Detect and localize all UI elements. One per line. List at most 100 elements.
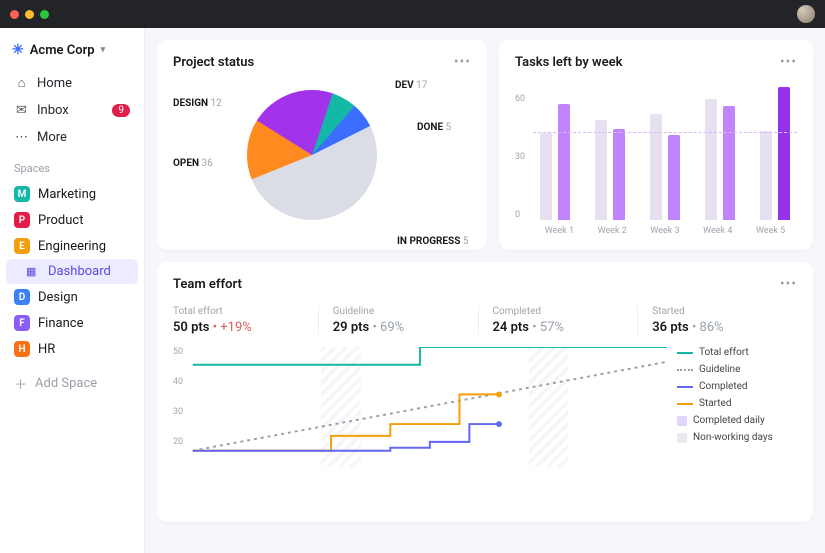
sidebar-space-item[interactable]: E Engineering: [6, 233, 138, 259]
x-tick: Week 4: [703, 226, 732, 236]
metric: Completed 24 pts • 57%: [478, 306, 638, 335]
sidebar-space-item[interactable]: P Product: [6, 207, 138, 233]
window-controls: [10, 10, 49, 19]
y-tick: 30: [515, 152, 525, 162]
add-space-button[interactable]: ＋ Add Space: [6, 368, 138, 399]
legend-completed-daily: Completed daily: [677, 415, 797, 426]
workspace-switcher[interactable]: ✳ Acme Corp ▾: [6, 36, 138, 68]
y-tick: 0: [515, 210, 520, 220]
sidebar-space-item[interactable]: DDesign: [6, 284, 138, 310]
legend-started: Started: [677, 398, 797, 409]
space-letter-icon: M: [14, 186, 30, 202]
bar: [778, 87, 790, 220]
space-label: HR: [38, 342, 55, 357]
card-menu-icon[interactable]: •••: [780, 54, 797, 70]
bar-group: [705, 85, 735, 220]
card-menu-icon[interactable]: •••: [780, 276, 797, 292]
legend-non-working: Non-working days: [677, 432, 797, 443]
x-tick: Week 3: [650, 226, 679, 236]
sidebar-item-more[interactable]: ⋯ More: [6, 125, 138, 150]
card-title: Project status: [173, 55, 254, 70]
tasks-left-card: Tasks left by week ••• 0 30 60 Week 1Wee…: [499, 40, 813, 250]
x-tick: Week 2: [598, 226, 627, 236]
y-tick: 60: [515, 94, 525, 104]
pie-label-design: DESIGN 12: [173, 98, 222, 109]
nav-label: Inbox: [37, 103, 69, 118]
bar: [760, 131, 772, 220]
pie-label-open: OPEN 36: [173, 158, 213, 169]
maximize-window-icon[interactable]: [40, 10, 49, 19]
main-content: Project status ••• DESIGN 12 OPEN 36 DEV…: [145, 28, 825, 553]
metric-label: Guideline: [333, 306, 464, 317]
metric: Guideline 29 pts • 69%: [318, 306, 478, 335]
minimize-window-icon[interactable]: [25, 10, 34, 19]
space-letter-icon: F: [14, 315, 30, 331]
titlebar: [0, 0, 825, 28]
metric-value: 50 pts • +19%: [173, 320, 304, 335]
card-title: Team effort: [173, 277, 242, 292]
card-menu-icon[interactable]: •••: [454, 54, 471, 70]
workspace-logo-icon: ✳: [12, 42, 24, 58]
add-space-label: Add Space: [35, 376, 97, 391]
inbox-icon: ✉: [14, 103, 29, 118]
metric-label: Started: [652, 306, 783, 317]
metric-value: 29 pts • 69%: [333, 320, 464, 335]
x-tick: Week 1: [545, 226, 574, 236]
home-icon: ⌂: [14, 75, 29, 91]
space-letter-icon: E: [14, 238, 30, 254]
space-label: Design: [38, 290, 78, 305]
legend-guideline: Guideline: [677, 364, 797, 375]
legend: Total effort Guideline Completed Started…: [677, 347, 797, 467]
sidebar-item-inbox[interactable]: ✉ Inbox 9: [6, 98, 138, 123]
sidebar-sub-dashboard[interactable]: ▦ Dashboard: [6, 259, 138, 284]
more-icon: ⋯: [14, 130, 29, 145]
sidebar: ✳ Acme Corp ▾ ⌂ Home ✉ Inbox 9 ⋯ More Sp…: [0, 28, 145, 553]
project-status-pie: [247, 90, 377, 220]
sidebar-space-item[interactable]: H HR: [6, 336, 138, 362]
space-sub-label: Dashboard: [48, 264, 111, 279]
inbox-badge: 9: [112, 104, 130, 117]
plus-icon: ＋: [14, 374, 27, 393]
bar: [595, 120, 607, 220]
team-effort-line-chart: 50 40 30 20: [173, 347, 667, 467]
guideline: [533, 132, 797, 133]
legend-total: Total effort: [677, 347, 797, 358]
bar: [650, 114, 662, 220]
space-label: Finance: [38, 316, 83, 331]
bar-group: [760, 85, 790, 220]
metric: Started 36 pts • 86%: [637, 306, 797, 335]
bar: [723, 106, 735, 220]
chevron-down-icon: ▾: [101, 45, 106, 55]
dashboard-icon: ▦: [26, 265, 40, 278]
sidebar-space-item[interactable]: M Marketing: [6, 181, 138, 207]
metric-label: Completed: [493, 306, 624, 317]
x-tick: Week 5: [756, 226, 785, 236]
sidebar-space-item[interactable]: F Finance: [6, 310, 138, 336]
tasks-left-bar-chart: 0 30 60: [515, 80, 797, 220]
pie-label-dev: DEV 17: [395, 80, 427, 91]
space-letter-icon: P: [14, 212, 30, 228]
nav-label: Home: [37, 76, 72, 91]
bar: [613, 129, 625, 220]
space-label: Engineering: [38, 239, 106, 254]
space-label: Marketing: [38, 187, 96, 202]
pie-label-done: DONE 5: [417, 122, 451, 133]
bar-group: [540, 85, 570, 220]
project-status-card: Project status ••• DESIGN 12 OPEN 36 DEV…: [157, 40, 487, 250]
team-effort-card: Team effort ••• Total effort 50 pts • +19…: [157, 262, 813, 522]
pie-label-in-progress: IN PROGRESS 5: [397, 236, 468, 247]
bar: [668, 135, 680, 220]
bar: [705, 99, 717, 221]
metric-label: Total effort: [173, 306, 304, 317]
metric-value: 24 pts • 57%: [493, 320, 624, 335]
bar-group: [595, 85, 625, 220]
space-letter-icon: H: [14, 341, 30, 357]
legend-completed: Completed: [677, 381, 797, 392]
space-label: Product: [38, 213, 83, 228]
metric-value: 36 pts • 86%: [652, 320, 783, 335]
sidebar-item-home[interactable]: ⌂ Home: [6, 70, 138, 96]
close-window-icon[interactable]: [10, 10, 19, 19]
bar: [558, 104, 570, 220]
avatar[interactable]: [797, 5, 815, 23]
metric: Total effort 50 pts • +19%: [173, 306, 318, 335]
